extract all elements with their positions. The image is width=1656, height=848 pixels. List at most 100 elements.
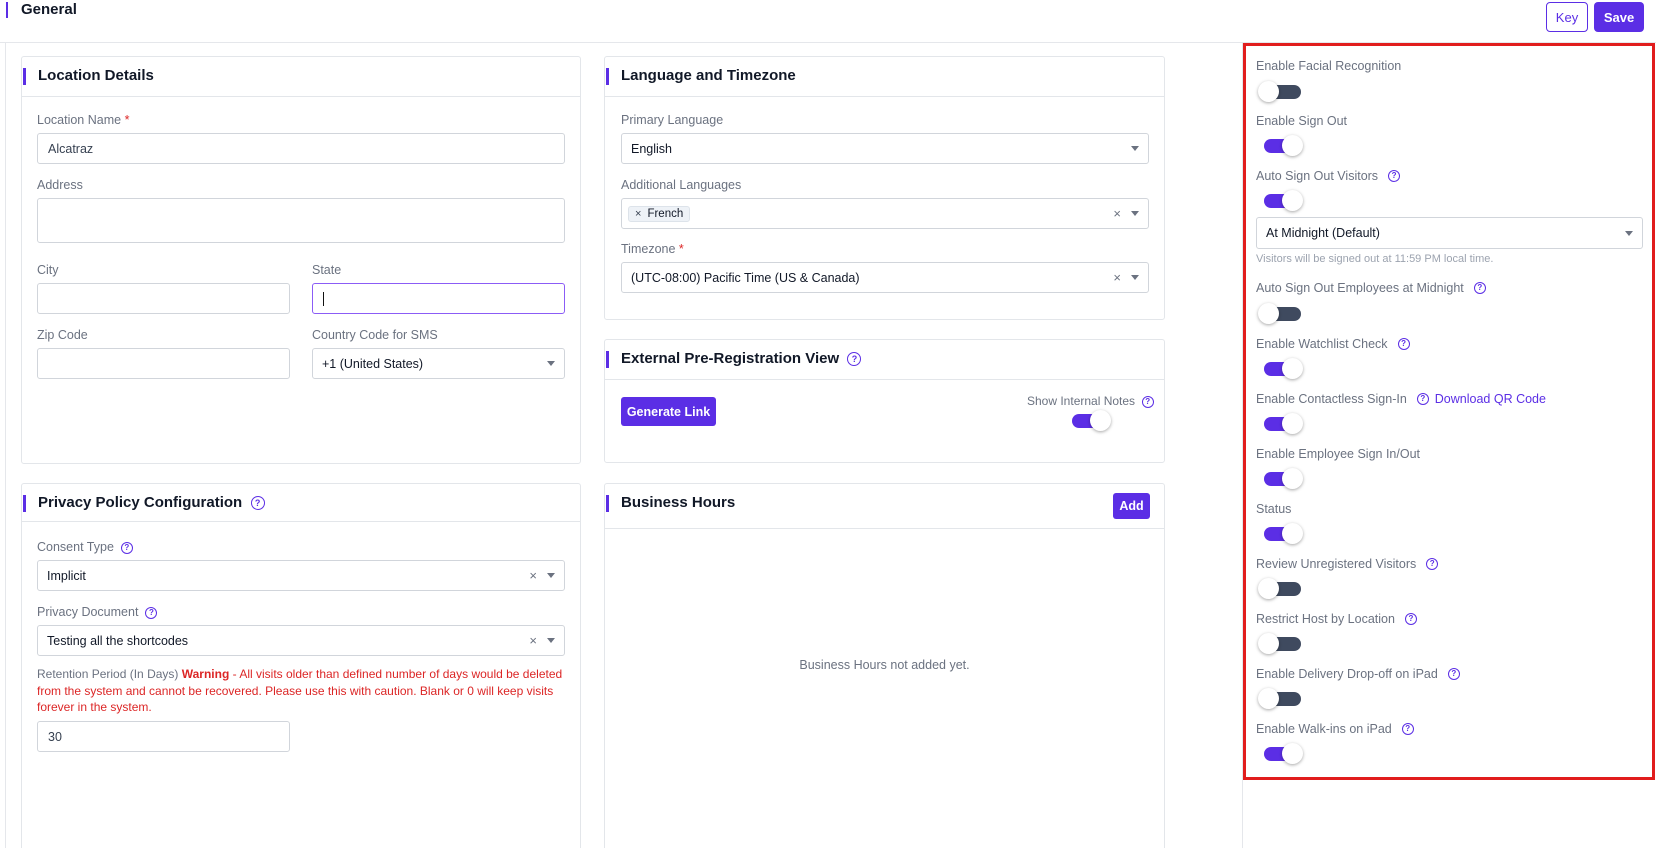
location-name-value: Alcatraz [48,141,94,156]
country-code-select[interactable]: +1 (United States) [312,348,565,379]
card-title: External Pre-Registration View ? [621,350,862,367]
toggle-knob [1258,578,1279,599]
privacy-document-select[interactable]: Testing all the shortcodes × [37,625,565,656]
timezone-select[interactable]: (UTC-08:00) Pacific Time (US & Canada) × [621,262,1149,293]
restrict-host-toggle[interactable] [1258,633,1301,654]
retention-period-input[interactable]: 30 [37,721,290,752]
clear-icon[interactable]: × [529,633,537,648]
watchlist-check-toggle[interactable] [1264,358,1303,379]
text-cursor [323,291,324,306]
review-unregistered-visitors-toggle[interactable] [1258,578,1301,599]
help-icon[interactable]: ? [1141,395,1154,408]
save-button[interactable]: Save [1594,2,1644,32]
download-qr-code-link[interactable]: Download QR Code [1435,392,1546,406]
help-icon[interactable]: ? [1401,723,1414,735]
key-button[interactable]: Key [1546,2,1588,32]
toggle-knob [1282,413,1303,434]
show-internal-notes-toggle[interactable] [1072,410,1111,431]
additional-languages-select[interactable]: × French × [621,198,1149,229]
employee-sign-in-out-label: Enable Employee Sign In/Out [1256,447,1420,461]
location-name-label: Location Name * [37,113,130,127]
help-icon[interactable]: ? [1426,558,1439,570]
card-accent [23,495,26,512]
clear-icon[interactable]: × [1113,206,1121,221]
chevron-down-icon [547,361,555,366]
restrict-host-label: Restrict Host by Location ? [1256,612,1417,626]
toggle-knob [1282,190,1303,211]
help-icon[interactable]: ? [1404,613,1417,625]
left-divider [5,43,6,848]
timezone-value: (UTC-08:00) Pacific Time (US & Canada) [631,270,860,285]
employee-sign-in-out-toggle[interactable] [1264,468,1303,489]
sign-out-toggle[interactable] [1264,135,1303,156]
generate-link-button[interactable]: Generate Link [621,397,716,426]
language-chip[interactable]: × French [628,205,691,222]
help-icon[interactable]: ? [847,352,862,367]
help-icon[interactable]: ? [120,541,133,554]
clear-icon[interactable]: × [529,568,537,583]
chip-remove-icon[interactable]: × [635,208,641,220]
walk-ins-label: Enable Walk-ins on iPad ? [1256,722,1414,736]
help-icon[interactable]: ? [1388,170,1401,182]
retention-label: Retention Period (In Days) [37,667,179,681]
empty-state-message: Business Hours not added yet. [799,658,970,672]
city-input[interactable] [37,283,290,314]
toggle-knob [1282,135,1303,156]
help-icon[interactable]: ? [1416,393,1429,405]
help-icon[interactable]: ? [250,496,265,511]
language-timezone-card: Language and Timezone Primary Language E… [604,56,1165,320]
consent-type-label: Consent Type ? [37,540,133,554]
card-accent [606,68,609,85]
help-icon[interactable]: ? [1473,282,1486,294]
chevron-down-icon [1131,146,1139,151]
help-icon[interactable]: ? [1447,668,1460,680]
retention-period-value: 30 [48,729,62,744]
chevron-down-icon [1131,211,1139,216]
card-title: Location Details [38,67,154,84]
privacy-document-label: Privacy Document ? [37,605,158,619]
help-icon[interactable]: ? [145,606,158,619]
card-accent [23,68,26,85]
chevron-down-icon [1131,275,1139,280]
help-icon[interactable]: ? [1397,338,1410,350]
contactless-sign-in-toggle[interactable] [1264,413,1303,434]
primary-language-label: Primary Language [621,113,724,127]
title-accent [6,2,8,18]
state-label: State [312,263,342,277]
chevron-down-icon [547,573,555,578]
delivery-drop-off-label: Enable Delivery Drop-off on iPad ? [1256,667,1460,681]
status-toggle[interactable] [1264,523,1303,544]
toggle-knob [1258,633,1279,654]
auto-sign-out-time-select[interactable]: At Midnight (Default) [1256,217,1643,249]
timezone-label: Timezone * [621,242,684,256]
card-accent [606,351,609,368]
chip-label: French [647,207,684,220]
card-title: Business Hours [621,494,736,511]
toggle-knob [1282,468,1303,489]
card-title: Language and Timezone [621,67,796,84]
walk-ins-toggle[interactable] [1264,743,1303,764]
chevron-down-icon [1625,230,1633,236]
facial-recognition-toggle[interactable] [1258,81,1301,102]
address-input[interactable] [37,198,565,243]
status-label: Status [1256,502,1292,516]
additional-languages-label: Additional Languages [621,178,742,192]
primary-language-select[interactable]: English [621,133,1149,164]
auto-sign-out-helper: Visitors will be signed out at 11:59 PM … [1256,253,1494,265]
add-business-hours-button[interactable]: Add [1113,493,1150,519]
privacy-policy-card: Privacy Policy Configuration ? Consent T… [21,483,581,848]
consent-type-select[interactable]: Implicit × [37,560,565,591]
auto-sign-out-visitors-toggle[interactable] [1264,190,1303,211]
state-input[interactable] [312,283,565,314]
location-name-input[interactable]: Alcatraz [37,133,565,164]
contactless-sign-in-label: Enable Contactless Sign-In ? Download QR… [1256,392,1546,406]
consent-type-value: Implicit [47,568,86,583]
top-bar: General Key Save [0,0,1656,43]
delivery-drop-off-toggle[interactable] [1258,688,1301,709]
chevron-down-icon [547,638,555,643]
clear-icon[interactable]: × [1113,270,1121,285]
sign-out-label: Enable Sign Out [1256,114,1348,128]
card-header: Business Hours [605,484,1164,529]
zip-code-input[interactable] [37,348,290,379]
auto-sign-out-employees-toggle[interactable] [1258,303,1301,324]
